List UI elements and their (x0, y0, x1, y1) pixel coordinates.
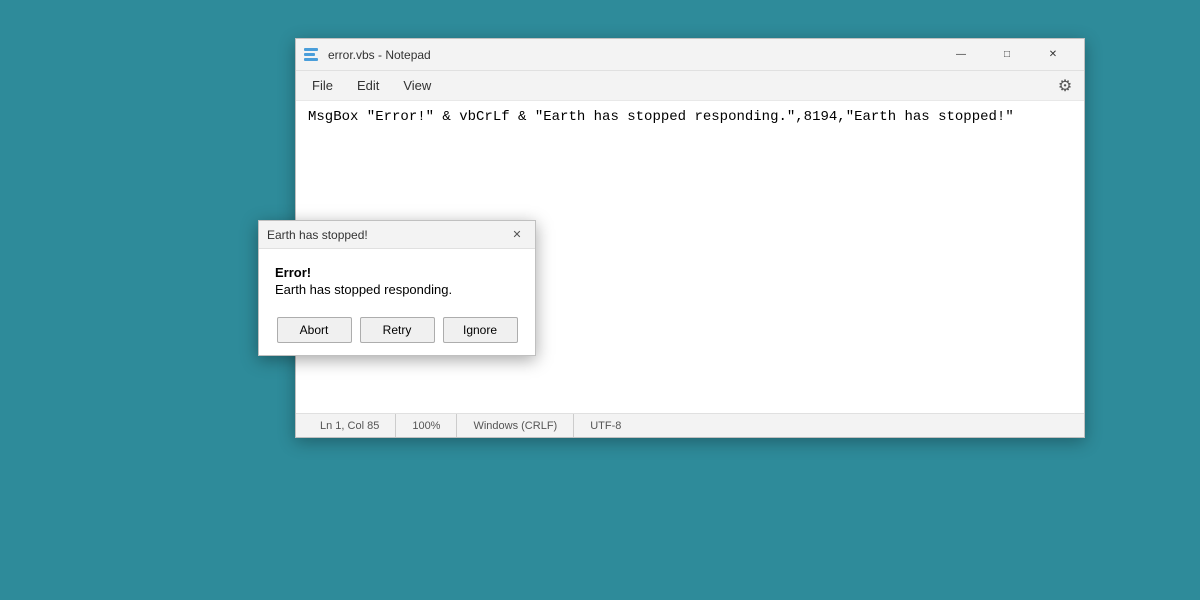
icon-line-3 (304, 58, 318, 61)
status-position: Ln 1, Col 85 (304, 414, 396, 437)
maximize-button[interactable]: □ (984, 39, 1030, 71)
icon-line-2 (304, 53, 315, 56)
notepad-titlebar: error.vbs - Notepad — □ ✕ (296, 39, 1084, 71)
notepad-menubar: File Edit View ⚙ (296, 71, 1084, 101)
menu-items: File Edit View (300, 74, 443, 97)
menu-file[interactable]: File (300, 74, 345, 97)
status-zoom: 100% (396, 414, 457, 437)
notepad-text: MsgBox "Error!" & vbCrLf & "Earth has st… (308, 109, 1014, 125)
menu-edit[interactable]: Edit (345, 74, 391, 97)
dialog-buttons: Abort Retry Ignore (259, 309, 535, 355)
error-dialog: Earth has stopped! ✕ Error! Earth has st… (258, 220, 536, 356)
dialog-close-button[interactable]: ✕ (507, 225, 527, 245)
menu-view[interactable]: View (391, 74, 443, 97)
titlebar-controls: — □ ✕ (938, 39, 1076, 71)
ignore-button[interactable]: Ignore (443, 317, 518, 343)
dialog-message-text: Earth has stopped responding. (275, 282, 519, 297)
titlebar-left: error.vbs - Notepad (304, 47, 431, 63)
icon-line-1 (304, 48, 318, 51)
close-button[interactable]: ✕ (1030, 39, 1076, 71)
dialog-title: Earth has stopped! (267, 228, 368, 242)
settings-icon[interactable]: ⚙ (1050, 71, 1080, 101)
status-line-ending: Windows (CRLF) (457, 414, 574, 437)
dialog-body: Error! Earth has stopped responding. (259, 249, 535, 309)
dialog-message-title: Error! (275, 265, 519, 280)
notepad-app-icon (304, 47, 320, 63)
minimize-button[interactable]: — (938, 39, 984, 71)
abort-button[interactable]: Abort (277, 317, 352, 343)
dialog-titlebar: Earth has stopped! ✕ (259, 221, 535, 249)
notepad-title: error.vbs - Notepad (328, 48, 431, 62)
notepad-statusbar: Ln 1, Col 85 100% Windows (CRLF) UTF-8 (296, 413, 1084, 437)
retry-button[interactable]: Retry (360, 317, 435, 343)
status-encoding: UTF-8 (574, 414, 637, 437)
